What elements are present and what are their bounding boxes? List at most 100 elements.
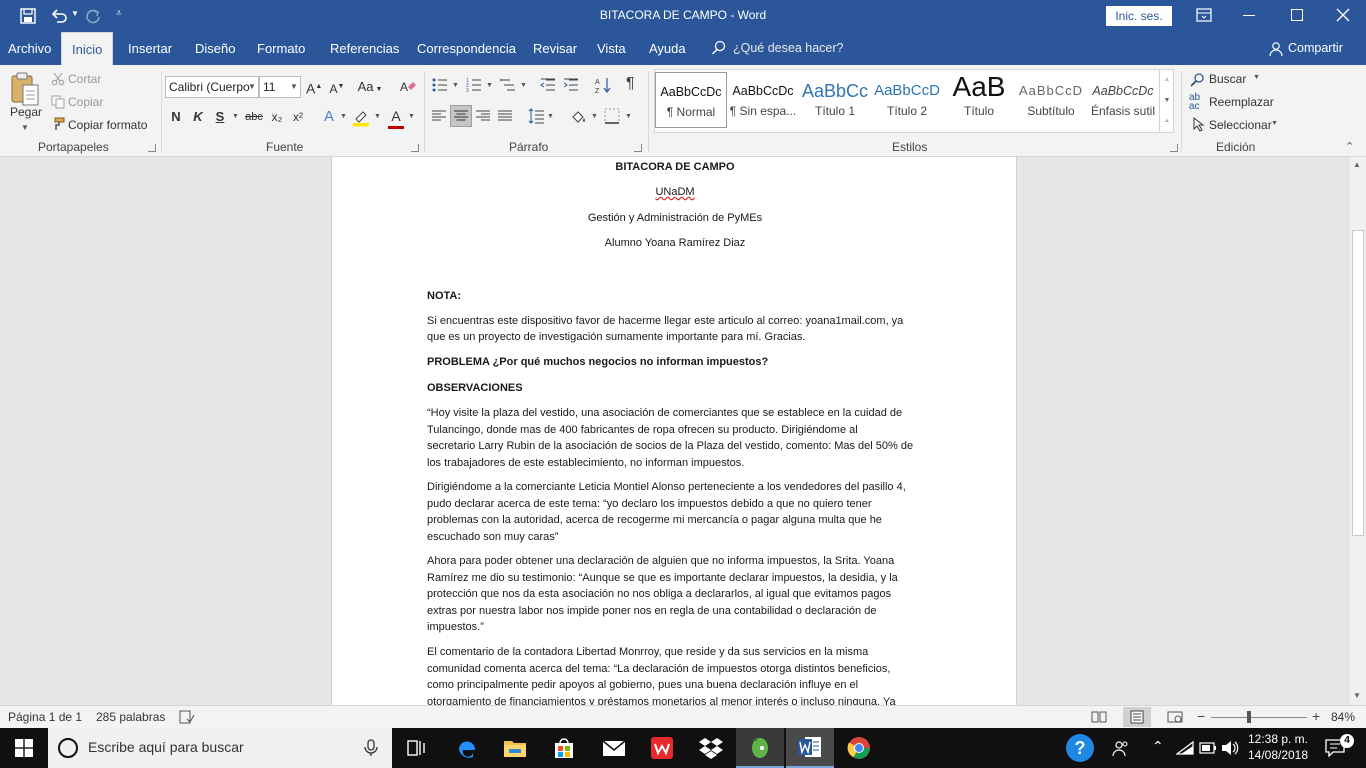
volume-icon[interactable] [1221,740,1239,756]
save-icon[interactable] [20,8,38,24]
style-title[interactable]: AaB Título [943,72,1015,128]
customize-toolbar-icon[interactable]: ⩡ [116,8,122,19]
font-name-select[interactable]: Calibri (Cuerpo ▼ [165,76,259,98]
tab-archivo[interactable]: Archivo [8,32,51,65]
decrease-indent-icon[interactable] [540,77,556,93]
sign-in-button[interactable]: Inic. ses. [1106,6,1172,26]
web-layout-icon[interactable] [1167,710,1183,724]
find-dropdown-icon[interactable]: ▼ [1253,74,1260,81]
store-icon[interactable] [540,728,588,768]
read-mode-icon[interactable] [1091,710,1107,724]
zoom-level[interactable]: 84% [1331,710,1355,724]
tab-ayuda[interactable]: Ayuda [649,32,686,65]
font-color-dropdown-icon[interactable]: ▼ [408,113,415,120]
help-icon[interactable]: ? [1056,728,1104,768]
bullets-icon[interactable] [432,77,448,93]
paste-icon[interactable] [10,71,40,107]
microphone-icon[interactable] [364,739,378,757]
paste-dropdown-icon[interactable]: ▼ [21,123,29,132]
zoom-in-icon[interactable]: + [1312,708,1320,724]
proofing-icon[interactable] [179,710,195,724]
wps-office-icon[interactable] [638,728,686,768]
tab-diseno[interactable]: Diseño [195,32,235,65]
tab-formato[interactable]: Formato [257,32,305,65]
borders-dropdown-icon[interactable]: ▼ [625,113,632,120]
line-spacing-icon[interactable] [528,108,544,124]
vertical-scrollbar[interactable]: ▲ ▼ [1350,157,1366,705]
italic-button[interactable]: K [191,106,205,128]
paste-button[interactable]: Pegar [10,105,42,119]
restore-icon[interactable] [1291,9,1303,21]
people-icon[interactable] [1101,728,1141,768]
style-heading-2[interactable]: AaBbCcD Título 2 [871,72,943,128]
clipboard-launcher-icon[interactable] [148,144,156,152]
chrome-icon[interactable] [835,728,883,768]
increase-indent-icon[interactable] [563,77,579,93]
style-subtitle[interactable]: AaBbCcD Subtítulo [1015,72,1087,128]
numbering-dropdown-icon[interactable]: ▼ [486,82,493,89]
zoom-slider-thumb[interactable] [1247,711,1251,723]
wifi-icon[interactable] [1176,740,1194,756]
paragraph-launcher-icon[interactable] [634,144,642,152]
underline-button[interactable]: S [213,106,227,128]
file-explorer-icon[interactable] [491,728,539,768]
styles-scroll[interactable]: ▲ ▼ ⩡ [1159,69,1174,133]
taskbar-time[interactable]: 12:38 p. m. [1244,732,1312,746]
sort-icon[interactable]: AZ [594,76,612,94]
document-page[interactable]: BITACORA DE CAMPO UNaDM Gestión y Admini… [331,157,1017,705]
font-color-button[interactable]: A [388,105,404,127]
underline-dropdown-icon[interactable]: ▼ [232,113,239,120]
superscript-button[interactable]: x² [290,106,306,128]
tab-revisar[interactable]: Revisar [533,32,577,65]
show-formatting-marks-icon[interactable]: ¶ [626,75,635,93]
show-hidden-icons-icon[interactable]: ⌃ [1152,738,1164,755]
find-button[interactable]: Buscar [1209,72,1246,86]
minimize-icon[interactable] [1243,15,1255,16]
highlighter-dropdown-icon[interactable]: ▼ [374,113,381,120]
justify-icon[interactable] [498,109,512,123]
highlighter-icon[interactable] [352,109,370,127]
multilevel-dropdown-icon[interactable]: ▼ [520,82,527,89]
align-right-icon[interactable] [476,109,490,123]
style-normal[interactable]: AaBbCcDc ¶ Normal [655,72,727,128]
style-subtle-emphasis[interactable]: AaBbCcDc Énfasis sutil [1087,72,1159,128]
close-icon[interactable] [1336,8,1350,22]
styles-launcher-icon[interactable] [1170,144,1178,152]
taskbar-date[interactable]: 14/08/2018 [1244,748,1312,762]
mail-icon[interactable] [590,728,638,768]
scrollbar-thumb[interactable] [1352,230,1364,536]
select-dropdown-icon[interactable]: ▼ [1271,120,1278,127]
tab-referencias[interactable]: Referencias [330,32,399,65]
line-spacing-dropdown-icon[interactable]: ▼ [547,113,554,120]
shading-icon[interactable] [570,108,588,126]
tab-insertar[interactable]: Insertar [128,32,172,65]
dropbox-icon[interactable] [687,728,735,768]
tell-me-input[interactable]: ¿Qué desea hacer? [733,41,844,55]
ribbon-display-options-icon[interactable] [1196,8,1214,24]
zoom-slider-track[interactable] [1211,717,1307,718]
style-no-spacing[interactable]: AaBbCcDc ¶ Sin espa... [727,72,799,128]
share-button[interactable]: Compartir [1288,41,1343,55]
replace-button[interactable]: Reemplazar [1209,95,1274,109]
expand-gallery-icon[interactable]: ⩡ [1160,111,1174,132]
edge-icon[interactable] [443,728,491,768]
word-count[interactable]: 285 palabras [96,710,165,724]
shading-dropdown-icon[interactable]: ▼ [591,113,598,120]
taskbar-search-box[interactable]: Escribe aquí para buscar [48,728,392,768]
borders-icon[interactable] [604,108,620,124]
shrink-font-button[interactable]: A▼ [329,76,345,98]
bullets-dropdown-icon[interactable]: ▼ [452,82,459,89]
align-left-icon[interactable] [432,109,446,123]
clear-formatting-icon[interactable]: A [399,78,417,96]
scroll-down-icon[interactable]: ▼ [1160,90,1174,111]
scroll-down-arrow-icon[interactable]: ▼ [1353,691,1361,700]
evernote-icon[interactable] [736,728,784,768]
multilevel-list-icon[interactable] [500,77,516,93]
subscript-button[interactable]: x₂ [269,106,285,128]
tab-correspondencia[interactable]: Correspondencia [417,32,516,65]
bold-button[interactable]: N [169,106,183,128]
text-effects-button[interactable]: A [321,106,337,128]
tab-inicio[interactable]: Inicio [61,32,114,65]
format-painter-icon[interactable] [51,117,65,131]
word-app-icon[interactable] [786,728,834,768]
